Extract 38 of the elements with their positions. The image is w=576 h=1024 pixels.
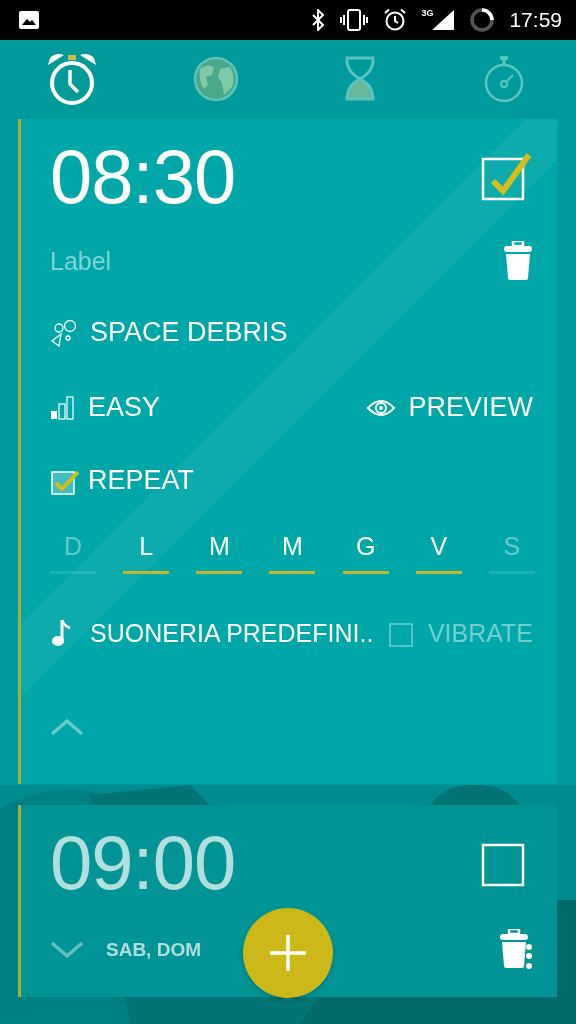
bluetooth-icon xyxy=(311,9,326,31)
puzzle-button[interactable]: SPACE DEBRIS xyxy=(50,317,288,348)
trash-icon[interactable] xyxy=(503,241,533,281)
hourglass-icon xyxy=(343,54,377,103)
day-toggle[interactable]: V xyxy=(415,524,462,574)
ringtone-button[interactable]: SUONERIA PREDEFINI.. xyxy=(50,618,374,648)
label-field[interactable]: Label xyxy=(50,246,250,276)
day-toggle[interactable]: L xyxy=(123,524,170,574)
debris-icon xyxy=(50,318,78,347)
chevron-up-icon[interactable] xyxy=(50,718,84,736)
vibrate-label: VIBRATE xyxy=(427,618,533,648)
repeat-label: REPEAT xyxy=(88,465,195,496)
clock-time: 17:59 xyxy=(509,8,562,32)
eye-icon xyxy=(366,397,397,418)
vibrate-icon xyxy=(339,9,370,31)
signal-icon xyxy=(431,9,456,31)
repeat-days: SAB, DOM xyxy=(106,939,201,961)
day-toggle[interactable]: M xyxy=(196,524,243,574)
plus-icon xyxy=(268,933,308,973)
alarm-clock-icon xyxy=(383,8,408,32)
chevron-down-icon[interactable] xyxy=(50,941,84,959)
image-icon xyxy=(18,10,40,30)
alarm-time[interactable]: 09:00 xyxy=(50,825,236,901)
day-toggle[interactable]: D xyxy=(50,524,96,574)
globe-icon xyxy=(192,54,240,103)
alarm-time[interactable]: 08:30 xyxy=(50,139,236,215)
trash-icon[interactable] xyxy=(499,929,533,971)
signal-bars-icon xyxy=(50,395,76,420)
difficulty-button[interactable]: EASY xyxy=(50,392,161,423)
day-toggle[interactable]: M xyxy=(269,524,316,574)
stopwatch-icon xyxy=(482,54,526,103)
day-toggle[interactable]: S xyxy=(488,524,535,574)
network-type: 3G xyxy=(421,8,434,18)
preview-button[interactable]: PREVIEW xyxy=(366,392,533,423)
loading-icon xyxy=(469,7,496,33)
day-toggle[interactable]: G xyxy=(342,524,389,574)
checkbox[interactable] xyxy=(481,151,533,203)
music-note-icon xyxy=(50,618,72,648)
